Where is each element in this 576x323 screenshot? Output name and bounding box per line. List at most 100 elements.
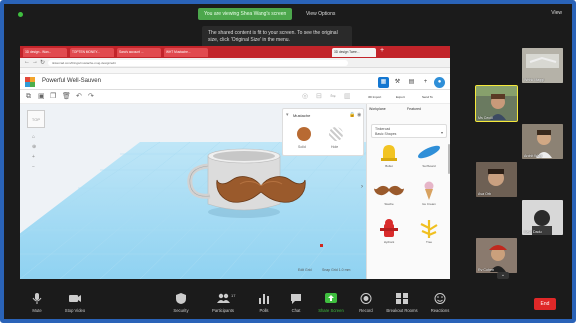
shape-label: Bullet [385,164,393,168]
participant-tile[interactable]: Archit Wagl [522,124,563,159]
redo-icon[interactable]: ↷ [88,93,94,101]
workplane-button[interactable]: Workplane [369,107,386,111]
grid-view-icon[interactable]: ▦ [378,77,389,88]
participant-tile[interactable]: Wrthk Maggi [522,48,563,83]
chat-bubble-icon [291,294,301,304]
security-button[interactable]: Security [162,292,200,319]
hole-swatch[interactable] [329,127,343,141]
participant-tile[interactable]: Rv Cohen [476,238,517,273]
view-button[interactable]: View [551,10,562,16]
stop-video-label: Stop Video [64,308,86,313]
zoom-in-icon[interactable]: + [32,154,35,160]
participant-tile[interactable]: Ava Orb [476,162,517,197]
share-status-banner[interactable]: You are viewing Shea Wang's screen [198,8,293,20]
shape-library-panel: Workplane Featured Tinkercad Basic Shape… [366,104,450,279]
mirror-icon[interactable]: ⇋ [330,93,336,101]
gallery-next-page-button[interactable]: ⌄ [497,272,509,279]
group-icon[interactable]: ▥ [344,93,351,101]
view-cube-face: TOP [31,117,41,122]
breakout-rooms-button[interactable]: Breakout Rooms [383,292,421,319]
snap-grid-label[interactable]: Snap Grid 1.0 mm [322,268,350,272]
shape-tile[interactable]: Hydrant [371,218,407,244]
bricks-icon[interactable]: ▤ [406,77,417,88]
solid-color-swatch[interactable] [297,127,311,141]
stop-video-button[interactable]: Stop Video [56,292,94,319]
back-arrow-icon[interactable]: ← [24,59,30,65]
library-scrollbar[interactable] [448,144,450,174]
send-to-button[interactable]: Send To [422,95,433,99]
screenshot-frame: You are viewing Shea Wang's screen View … [0,0,576,323]
surfboard-shape-icon [417,145,441,159]
reload-icon[interactable]: ↻ [40,59,45,66]
library-selector[interactable]: Tinkercad Basic Shapes [371,124,447,138]
collapse-icon[interactable]: ▾ [286,112,289,118]
record-label: Record [359,308,373,313]
mute-button[interactable]: Mute [18,292,56,319]
browser-tab[interactable]: 3D design - Wan... [23,48,67,57]
shared-browser-window: 3D design - Wan... TOPTEN MONEY... Sara'… [20,46,450,279]
trash-icon[interactable]: 🗑 [62,93,71,101]
tinkercad-logo-icon[interactable] [25,77,35,87]
shield-icon [176,293,186,304]
paste-icon[interactable]: ▣ [38,93,45,101]
lock-icon[interactable]: 🔒 [349,112,355,118]
export-button[interactable]: Export [396,95,405,99]
bar-chart-icon [259,294,269,304]
zoom-fit-icon[interactable]: ⊕ [32,144,36,150]
cursor-marker [320,244,323,247]
add-user-icon[interactable]: + [420,77,431,88]
duplicate-icon[interactable]: ❐ [50,93,56,101]
chevron-down-icon[interactable]: ▾ [441,130,443,135]
browser-tab-active[interactable]: 3D design Twee... [332,48,376,57]
copy-icon[interactable]: ⧉ [26,93,31,101]
zoom-out-icon[interactable]: − [32,164,35,170]
browser-tab[interactable]: WHT Mustache... [164,48,208,57]
workplane-canvas[interactable]: TOP ⌂ ⊕ + − ▾ Mustache 🔒 ◉ Solid Hole Ed… [20,104,366,279]
encryption-shield-icon [18,12,23,17]
align-icon[interactable]: ⊟ [316,93,322,101]
shape-tile[interactable]: Surfboard [411,142,447,168]
shape-tile[interactable]: Bullet [371,142,407,168]
edit-grid-label[interactable]: Edit Grid [298,268,312,272]
import-button[interactable]: 3D Import [368,95,381,99]
participant-tile-active-speaker[interactable]: Ms Cecili [475,85,518,122]
shape-label: Hydrant [383,240,395,244]
hole-label: Hole [331,145,339,149]
browser-tab[interactable]: TOPTEN MONEY... [70,48,114,57]
participants-button[interactable]: 17 Participants [204,292,242,319]
shape-label: Stache [384,202,394,206]
shape-tile[interactable]: Stache [371,180,407,206]
mustache-model[interactable] [216,172,306,212]
record-button[interactable]: Record [347,292,385,319]
light-icon[interactable]: ◉ [357,112,361,118]
participant-name: Wrthk Maggi [524,78,545,82]
browser-tab-strip: 3D design - Wan... TOPTEN MONEY... Sara'… [20,46,450,58]
avatar[interactable]: ● [434,77,445,88]
chat-button[interactable]: Chat [277,292,315,319]
view-cube[interactable]: TOP [27,110,45,128]
panel-collapse-icon[interactable]: › [361,184,363,190]
participant-tile[interactable]: Kavit Dadu [522,200,563,235]
ruler-button[interactable]: Featured [407,107,421,111]
view-options-menu[interactable]: View Options [306,9,335,19]
forward-arrow-icon[interactable]: → [32,59,38,65]
participant-count: 17 [231,293,236,298]
pickaxe-icon[interactable]: ⚒ [392,77,403,88]
light-bulb-icon[interactable]: ◎ [302,93,308,101]
undo-icon[interactable]: ↶ [76,93,82,101]
end-meeting-button[interactable]: End [534,298,556,310]
shape-tile[interactable]: Ice Cream [411,180,447,206]
browser-tab[interactable]: Sara's account ... [117,48,161,57]
reactions-button[interactable]: Reactions [421,292,459,319]
home-view-icon[interactable]: ⌂ [32,134,35,140]
chevron-down-icon: ⌄ [500,272,506,278]
shape-tile[interactable]: Tree [411,218,447,244]
share-screen-button[interactable]: Share Screen [312,292,350,319]
address-bar-row: ← → ↻ tinkercad.com/things/mustache-mug-… [20,58,450,68]
new-tab-icon[interactable]: + [380,47,384,54]
design-title[interactable]: Powerful Well-Sauven [42,78,101,84]
mute-label: Mute [32,308,42,313]
tinkercad-header: Powerful Well-Sauven ▦ ⚒ ▤ + ● [20,74,450,90]
url-field[interactable]: tinkercad.com/things/mustache-mug-design… [48,60,348,66]
shape-inspector-panel: ▾ Mustache 🔒 ◉ Solid Hole [282,108,364,156]
